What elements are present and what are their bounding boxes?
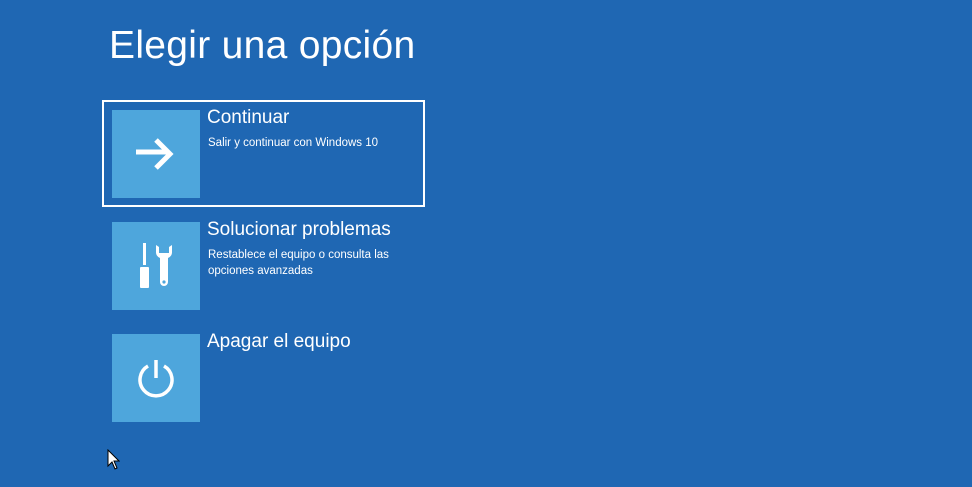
mouse-cursor-icon [107, 449, 120, 470]
option-shutdown[interactable]: Apagar el equipo [102, 324, 425, 431]
option-tile [112, 110, 200, 198]
option-tile [112, 222, 200, 310]
option-description: Salir y continuar con Windows 10 [208, 137, 379, 149]
option-description: Restablece el equipo o consulta las opci… [208, 249, 389, 277]
power-icon [138, 360, 174, 398]
option-troubleshoot[interactable]: Solucionar problemas Restablece el equip… [102, 212, 425, 319]
option-tile [112, 334, 200, 422]
arrow-right-icon [136, 138, 174, 170]
tools-icon [140, 243, 173, 288]
option-continue[interactable]: Continuar Salir y continuar con Windows … [102, 100, 425, 207]
option-title: Solucionar problemas [207, 219, 391, 240]
option-title: Continuar [207, 107, 290, 128]
option-title: Apagar el equipo [207, 331, 351, 352]
page-title: Elegir una opción [109, 24, 416, 67]
